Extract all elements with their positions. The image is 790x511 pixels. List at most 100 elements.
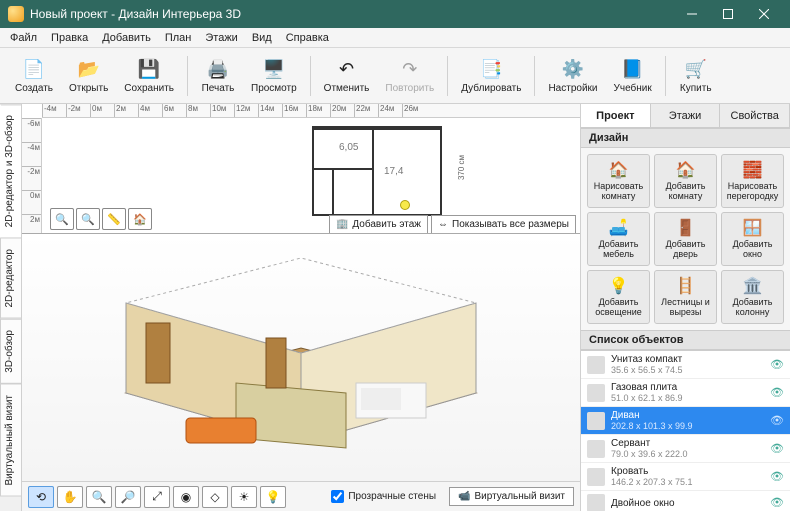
side-tab-1[interactable]: 2D-редактор [0, 238, 21, 319]
toolbar-label: Открыть [69, 83, 108, 94]
canvas-3d[interactable] [22, 234, 580, 481]
minimize-button[interactable] [674, 0, 710, 28]
object-item[interactable]: Двойное окно👁 [581, 491, 790, 511]
close-button[interactable] [746, 0, 782, 28]
transparent-walls-checkbox[interactable]: Прозрачные стены [331, 490, 436, 503]
view3d-360-button[interactable]: ⟲ [28, 486, 54, 508]
zoom-in-2d-button[interactable]: 🔍 [76, 208, 100, 230]
undo-button[interactable]: ↶Отменить [317, 55, 377, 97]
canvas-2d[interactable]: -4м-2м0м2м4м6м8м10м12м14м16м18м20м22м24м… [22, 104, 580, 234]
tool-label: Добавить окно [724, 240, 781, 260]
side-tab-3[interactable]: Виртуальный визит [0, 384, 21, 497]
zoom-out-2d-button[interactable]: 🔍 [50, 208, 74, 230]
settings-button[interactable]: ⚙️Настройки [541, 55, 604, 97]
canvas-area: -4м-2м0м2м4м6м8м10м12м14м16м18м20м22м24м… [22, 104, 580, 511]
menubar: ФайлПравкаДобавитьПланЭтажиВидСправка [0, 28, 790, 48]
view3d-show-button[interactable]: ◉ [173, 486, 199, 508]
ruler-tick: -4м [22, 142, 41, 166]
view3d-light-button[interactable]: 💡 [260, 486, 286, 508]
ruler-2d-button[interactable]: 📏 [102, 208, 126, 230]
object-name: Сервант [611, 438, 764, 449]
ruler-tick: 14м [258, 104, 282, 117]
object-thumbnail-icon [587, 440, 605, 458]
object-list[interactable]: Унитаз компакт35.6 x 56.5 x 74.5👁Газовая… [581, 350, 790, 511]
tool-2[interactable]: 🧱Нарисовать перегородку [721, 154, 784, 208]
ruler-tick: 16м [282, 104, 306, 117]
visibility-toggle-icon[interactable]: 👁 [770, 496, 784, 510]
maximize-button[interactable] [710, 0, 746, 28]
object-item[interactable]: Унитаз компакт35.6 x 56.5 x 74.5👁 [581, 351, 790, 379]
duplicate-button[interactable]: 📑Дублировать [454, 55, 528, 97]
menu-справка[interactable]: Справка [280, 30, 335, 46]
side-tab-0[interactable]: 2D-редактор и 3D-обзор [0, 104, 21, 238]
tool-4[interactable]: 🚪Добавить дверь [654, 212, 717, 266]
transparent-walls-input[interactable] [331, 490, 344, 503]
view3d-zoom-in-button[interactable]: 🔍 [86, 486, 112, 508]
main-toolbar: 📄Создать📂Открыть💾Сохранить 🖨️Печать🖥️Прос… [0, 48, 790, 104]
tool-0[interactable]: 🏠Нарисовать комнату [587, 154, 650, 208]
add-floor-button[interactable]: 🏢Добавить этаж [329, 215, 428, 234]
view3d-reset-button[interactable]: ⤢ [144, 486, 170, 508]
redo-icon: ↷ [398, 58, 422, 82]
object-item[interactable]: Газовая плита51.0 x 62.1 x 86.9 👁 [581, 379, 790, 407]
right-tab-2[interactable]: Свойства [720, 104, 790, 127]
tutorial-button[interactable]: 📘Учебник [607, 55, 659, 97]
visibility-toggle-icon[interactable]: 👁 [770, 358, 784, 372]
print-button[interactable]: 🖨️Печать [194, 55, 242, 97]
tool-icon: 🏠 [609, 160, 629, 180]
camera-marker-icon[interactable] [400, 200, 410, 210]
object-dimensions: 146.2 x 207.3 x 75.1 [611, 477, 764, 487]
redo-button[interactable]: ↷Повторить [378, 55, 441, 97]
tool-3[interactable]: 🛋️Добавить мебель [587, 212, 650, 266]
side-tab-2[interactable]: 3D-обзор [0, 319, 21, 384]
ruler-tick: 2м [114, 104, 138, 117]
menu-файл[interactable]: Файл [4, 30, 43, 46]
object-thumbnail-icon [587, 468, 605, 486]
create-icon: 📄 [22, 58, 46, 82]
view3d-wire-button[interactable]: ◇ [202, 486, 228, 508]
open-button[interactable]: 📂Открыть [62, 55, 115, 97]
tool-label: Добавить комнату [657, 182, 714, 202]
right-tab-1[interactable]: Этажи [651, 104, 721, 127]
save-button[interactable]: 💾Сохранить [117, 55, 181, 97]
tool-5[interactable]: 🪟Добавить окно [721, 212, 784, 266]
zoom-tools-2d: 🔍 🔍 📏 🏠 [50, 208, 152, 230]
create-button[interactable]: 📄Создать [8, 55, 60, 97]
virtual-visit-button[interactable]: 📹Виртуальный визит [449, 487, 574, 506]
show-dims-button[interactable]: ⇔Показывать все размеры [431, 215, 576, 234]
preview-icon: 🖥️ [262, 58, 286, 82]
object-item[interactable]: Сервант79.0 x 39.6 x 222.0👁 [581, 435, 790, 463]
view3d-zoom-out-button[interactable]: 🔎 [115, 486, 141, 508]
buy-button[interactable]: 🛒Купить [672, 55, 720, 97]
object-name: Газовая плита [611, 382, 764, 393]
tool-7[interactable]: 🪜Лестницы и вырезы [654, 270, 717, 324]
visibility-toggle-icon[interactable]: 👁 [770, 442, 784, 456]
floorplan[interactable]: 6,05 17,4 370 см [312, 126, 442, 216]
visibility-toggle-icon[interactable]: 👁 [770, 414, 784, 428]
menu-вид[interactable]: Вид [246, 30, 278, 46]
tool-1[interactable]: 🏠Добавить комнату [654, 154, 717, 208]
ruler-tick: -2м [22, 166, 41, 190]
menu-план[interactable]: План [159, 30, 198, 46]
ruler-tick: 6м [162, 104, 186, 117]
home-2d-button[interactable]: 🏠 [128, 208, 152, 230]
object-item[interactable]: Кровать146.2 x 207.3 x 75.1👁 [581, 463, 790, 491]
object-dimensions: 51.0 x 62.1 x 86.9 [611, 393, 764, 403]
tool-icon: 🚪 [676, 218, 696, 238]
object-thumbnail-icon [587, 384, 605, 402]
tool-6[interactable]: 💡Добавить освещение [587, 270, 650, 324]
right-tab-0[interactable]: Проект [581, 104, 651, 127]
ruler-tick: 4м [138, 104, 162, 117]
preview-button[interactable]: 🖥️Просмотр [244, 55, 304, 97]
ruler-tick: 8м [186, 104, 210, 117]
menu-добавить[interactable]: Добавить [96, 30, 157, 46]
menu-этажи[interactable]: Этажи [199, 30, 243, 46]
tool-8[interactable]: 🏛️Добавить колонну [721, 270, 784, 324]
view3d-hand-button[interactable]: ✋ [57, 486, 83, 508]
object-item[interactable]: Диван202.8 x 101.3 x 99.9👁 [581, 407, 790, 435]
visibility-toggle-icon[interactable]: 👁 [770, 470, 784, 484]
menu-правка[interactable]: Правка [45, 30, 94, 46]
settings-icon: ⚙️ [561, 58, 585, 82]
view3d-sun-button[interactable]: ☀ [231, 486, 257, 508]
visibility-toggle-icon[interactable]: 👁 [770, 386, 784, 400]
